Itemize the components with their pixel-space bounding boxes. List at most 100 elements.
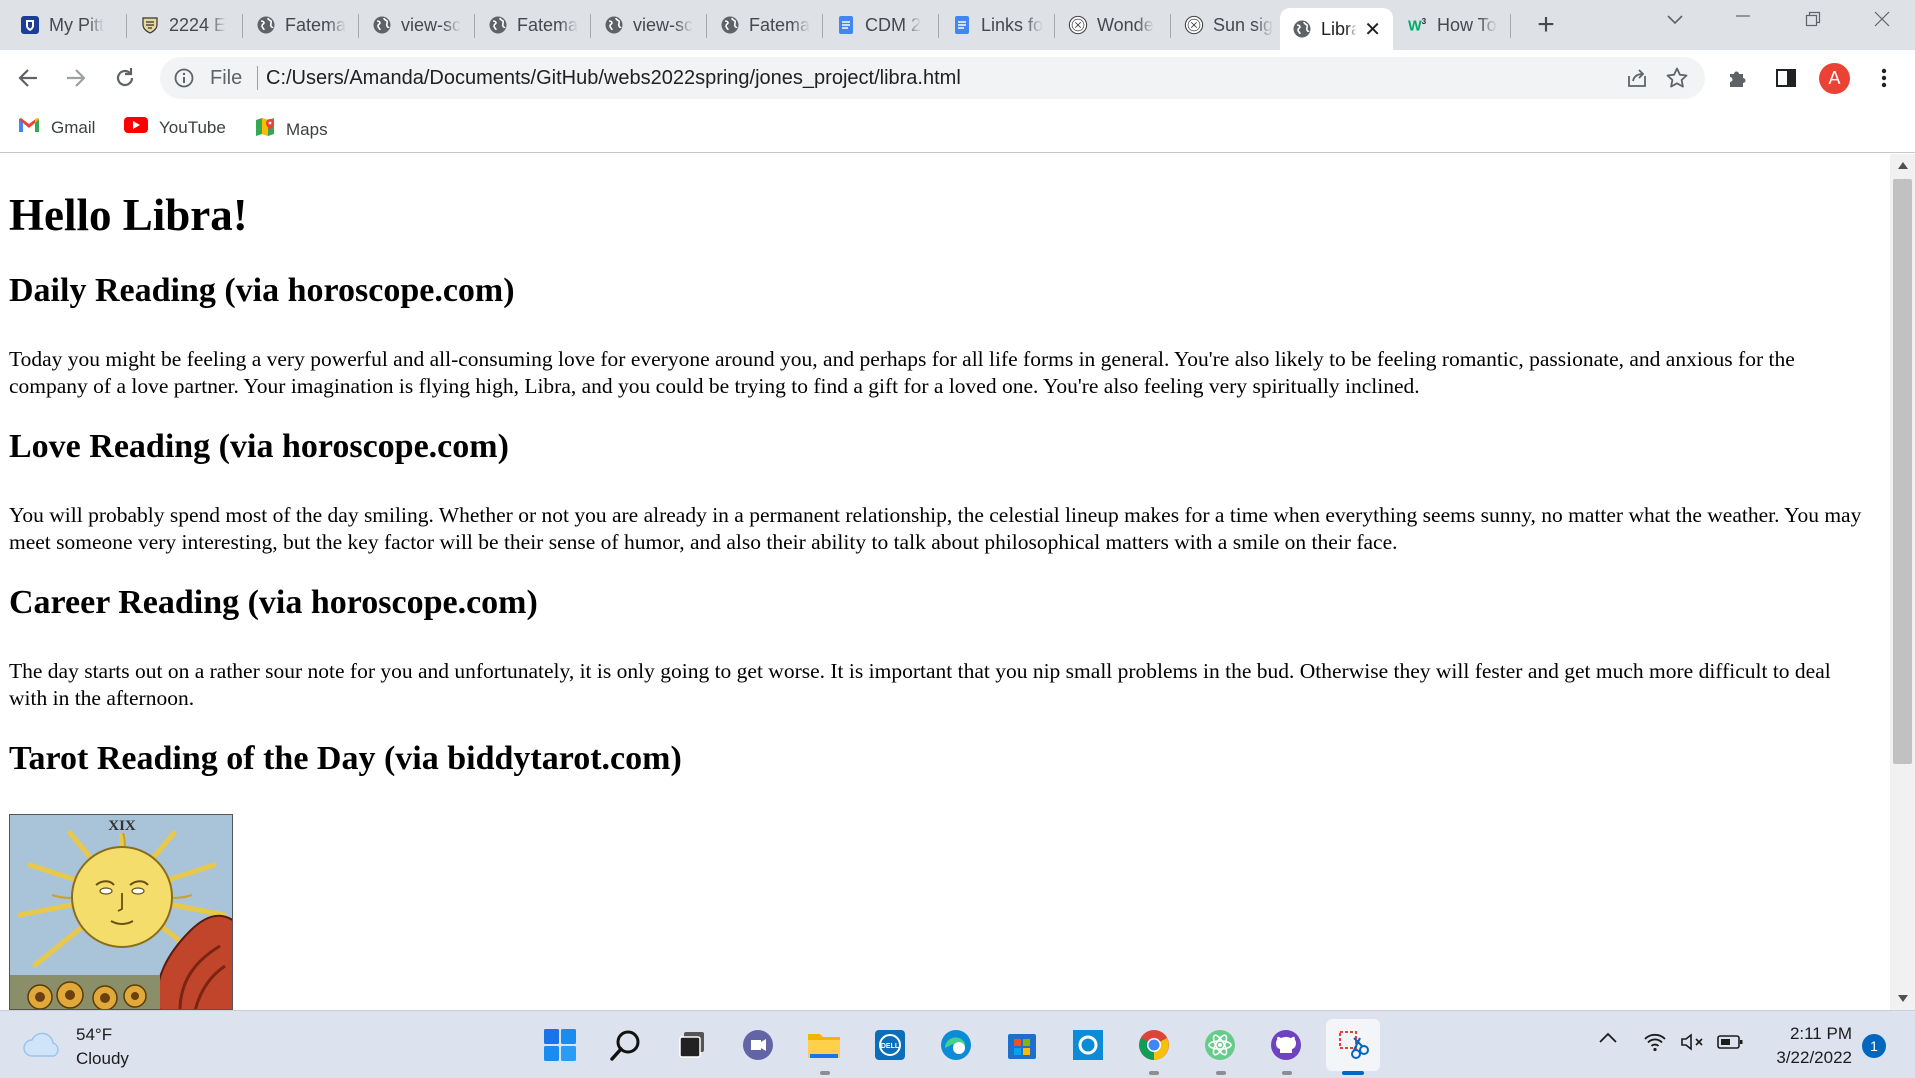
scroll-up-arrow-icon[interactable] — [1898, 162, 1908, 169]
zodiac-icon — [1184, 15, 1204, 35]
tab-label: Fatema — [517, 14, 579, 35]
running-indicator — [1149, 1071, 1159, 1075]
tab-label: 2224 E — [169, 14, 227, 35]
cortana-icon[interactable] — [1069, 1026, 1107, 1064]
close-tab-icon[interactable]: ✕ — [1364, 17, 1381, 42]
tab-separator — [706, 14, 707, 38]
notification-badge[interactable]: 1 — [1862, 1034, 1886, 1058]
maps-icon — [254, 116, 276, 143]
atom-icon[interactable] — [1201, 1026, 1239, 1064]
tab-separator — [822, 14, 823, 38]
teams-chat-icon[interactable] — [739, 1026, 777, 1064]
tab-separator — [242, 14, 243, 38]
tab-separator — [938, 14, 939, 38]
extensions-puzzle-icon[interactable] — [1722, 62, 1754, 94]
restore-icon[interactable] — [1793, 10, 1833, 33]
tab-label: Fatema — [749, 14, 811, 35]
vertical-scrollbar[interactable] — [1890, 154, 1915, 1010]
sun-tarot-card-image: XIX — [9, 814, 233, 1010]
windows-start-icon[interactable] — [541, 1026, 579, 1064]
forward-arrow-icon[interactable] — [60, 62, 92, 94]
reload-icon[interactable] — [109, 62, 141, 94]
tab-sun-sign[interactable]: Sun sig — [1172, 8, 1284, 42]
tab-label: view-sc — [401, 14, 462, 35]
weather-temperature: 54°F — [76, 1025, 113, 1044]
search-icon[interactable] — [607, 1026, 645, 1064]
daily-reading-heading: Daily Reading (via horoscope.com) — [9, 272, 515, 309]
globe-icon — [372, 15, 392, 35]
tab-fatema-3[interactable]: Fatema — [708, 8, 820, 42]
bookmark-maps[interactable]: Maps — [254, 116, 328, 143]
wifi-icon[interactable] — [1643, 1032, 1667, 1052]
tab-separator — [126, 14, 127, 38]
address-divider — [257, 66, 258, 90]
docs-icon — [836, 15, 856, 35]
weather-condition: Cloudy — [76, 1049, 129, 1068]
gmail-icon — [17, 116, 41, 139]
weather-widget[interactable]: 54°F Cloudy — [22, 1023, 129, 1071]
tab-view-sc-1[interactable]: view-sc — [360, 8, 472, 42]
new-tab-button[interactable]: + — [1530, 10, 1562, 42]
browser-toolbar: File C:/Users/Amanda/Documents/GitHub/we… — [0, 50, 1915, 106]
address-bar[interactable]: File C:/Users/Amanda/Documents/GitHub/we… — [160, 57, 1705, 99]
tab-label: CDM 2 — [865, 14, 922, 35]
page-title: Hello Libra! — [9, 190, 248, 240]
globe-icon — [256, 15, 276, 35]
tab-separator — [1054, 14, 1055, 38]
edge-icon[interactable] — [937, 1026, 975, 1064]
system-clock[interactable]: 2:11 PM 3/22/2022 — [1752, 1022, 1852, 1070]
svg-text:W: W — [1408, 18, 1422, 34]
tab-libra-active[interactable]: Libra ✕ — [1280, 8, 1393, 50]
side-panel-icon[interactable] — [1770, 62, 1802, 94]
tab-2224[interactable]: 2224 E — [128, 8, 240, 42]
dell-icon[interactable]: DELL — [871, 1026, 909, 1064]
tab-search-chevron-icon[interactable] — [1655, 8, 1695, 31]
scroll-down-arrow-icon[interactable] — [1898, 995, 1908, 1002]
tab-fatema-1[interactable]: Fatema — [244, 8, 356, 42]
svg-text:DELL: DELL — [881, 1043, 900, 1050]
bookmark-star-icon[interactable] — [1665, 66, 1689, 95]
bookmark-youtube[interactable]: YouTube — [123, 116, 226, 139]
tab-strip: My Pitt 2224 E Fatema view-sc Fatema vie… — [0, 0, 1915, 50]
url-text[interactable]: C:/Users/Amanda/Documents/GitHub/webs202… — [266, 67, 961, 90]
tab-separator — [1170, 14, 1171, 38]
profile-avatar[interactable]: A — [1819, 63, 1850, 94]
globe-icon — [488, 15, 508, 35]
github-desktop-icon[interactable] — [1267, 1026, 1305, 1064]
tab-separator — [358, 14, 359, 38]
speaker-muted-icon[interactable] — [1680, 1032, 1706, 1052]
show-hidden-icons-chevron-icon[interactable] — [1598, 1031, 1618, 1045]
battery-icon[interactable] — [1716, 1032, 1744, 1052]
task-view-icon[interactable] — [673, 1026, 711, 1064]
microsoft-store-icon[interactable] — [1003, 1026, 1041, 1064]
share-icon[interactable] — [1625, 66, 1649, 95]
tab-separator — [590, 14, 591, 38]
more-menu-icon[interactable] — [1868, 62, 1900, 94]
globe-icon — [720, 15, 740, 35]
globe-icon — [1292, 19, 1312, 39]
tab-how-to[interactable]: W3 How To — [1396, 8, 1508, 42]
scroll-thumb[interactable] — [1893, 179, 1912, 764]
bookmark-gmail[interactable]: Gmail — [17, 116, 95, 139]
love-reading-heading: Love Reading (via horoscope.com) — [9, 428, 509, 465]
file-explorer-icon[interactable] — [805, 1026, 843, 1064]
bookmarks-bar: Gmail YouTube Maps — [0, 106, 1915, 153]
close-window-icon[interactable] — [1862, 10, 1902, 33]
love-reading-text: You will probably spend most of the day … — [9, 503, 1862, 554]
crest-icon — [140, 15, 160, 35]
tab-fatema-2[interactable]: Fatema — [476, 8, 588, 42]
minimize-icon[interactable] — [1723, 4, 1763, 30]
tab-view-sc-2[interactable]: view-sc — [592, 8, 704, 42]
career-reading-text: The day starts out on a rather sour note… — [9, 659, 1831, 710]
tab-links[interactable]: Links fo — [940, 8, 1052, 42]
info-icon[interactable] — [174, 68, 194, 93]
tab-label: view-sc — [633, 14, 694, 35]
chrome-icon[interactable] — [1135, 1026, 1173, 1064]
tab-cdm[interactable]: CDM 2 — [824, 8, 936, 42]
tab-wonder[interactable]: Wonde — [1056, 8, 1168, 42]
snipping-tool-icon[interactable] — [1326, 1019, 1380, 1071]
tab-my-pitt[interactable]: My Pitt — [8, 8, 123, 42]
tab-label: My Pitt — [49, 14, 105, 35]
back-arrow-icon[interactable] — [12, 62, 44, 94]
daily-reading-text: Today you might be feeling a very powerf… — [9, 347, 1795, 398]
